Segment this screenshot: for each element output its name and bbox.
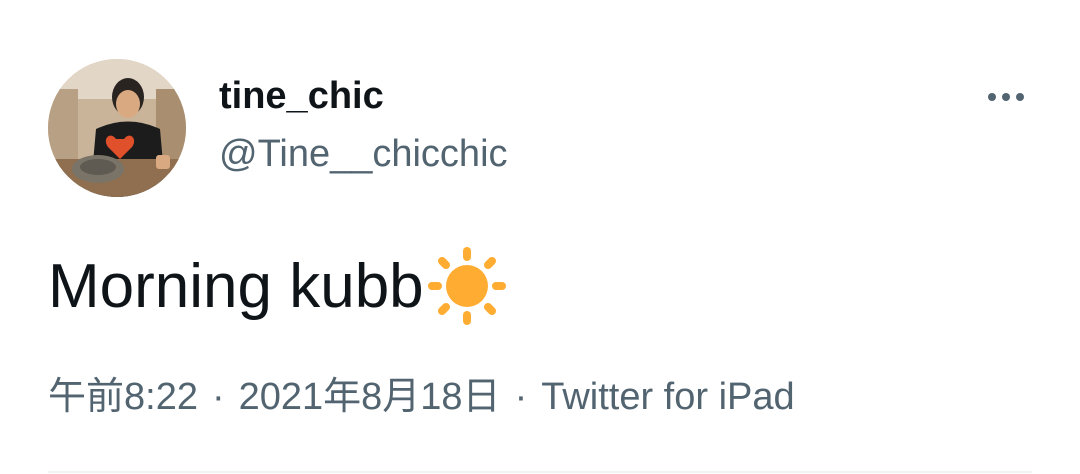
divider xyxy=(48,471,1032,473)
more-options-button[interactable] xyxy=(980,80,1032,114)
tweet-time[interactable]: 午前8:22 xyxy=(48,376,198,418)
more-dot xyxy=(1016,93,1024,101)
more-horizontal-icon xyxy=(988,93,996,101)
user-handle[interactable]: @Tine__chicchic xyxy=(219,132,508,176)
meta-separator: · xyxy=(211,376,225,418)
avatar[interactable] xyxy=(48,59,186,197)
tweet-source[interactable]: Twitter for iPad xyxy=(541,376,794,418)
sun-icon xyxy=(426,245,508,327)
tweet-date[interactable]: 2021年8月18日 xyxy=(239,376,501,418)
meta-separator: · xyxy=(514,376,528,418)
avatar-photo xyxy=(48,59,186,197)
more-dot xyxy=(1002,93,1010,101)
tweet-text: Morning kubb xyxy=(48,246,508,326)
tweet-text-content: Morning kubb xyxy=(48,251,424,321)
tweet-metadata: 午前8:22 · 2021年8月18日 · Twitter for iPad xyxy=(48,372,795,422)
display-name[interactable]: tine_chic xyxy=(219,74,384,118)
